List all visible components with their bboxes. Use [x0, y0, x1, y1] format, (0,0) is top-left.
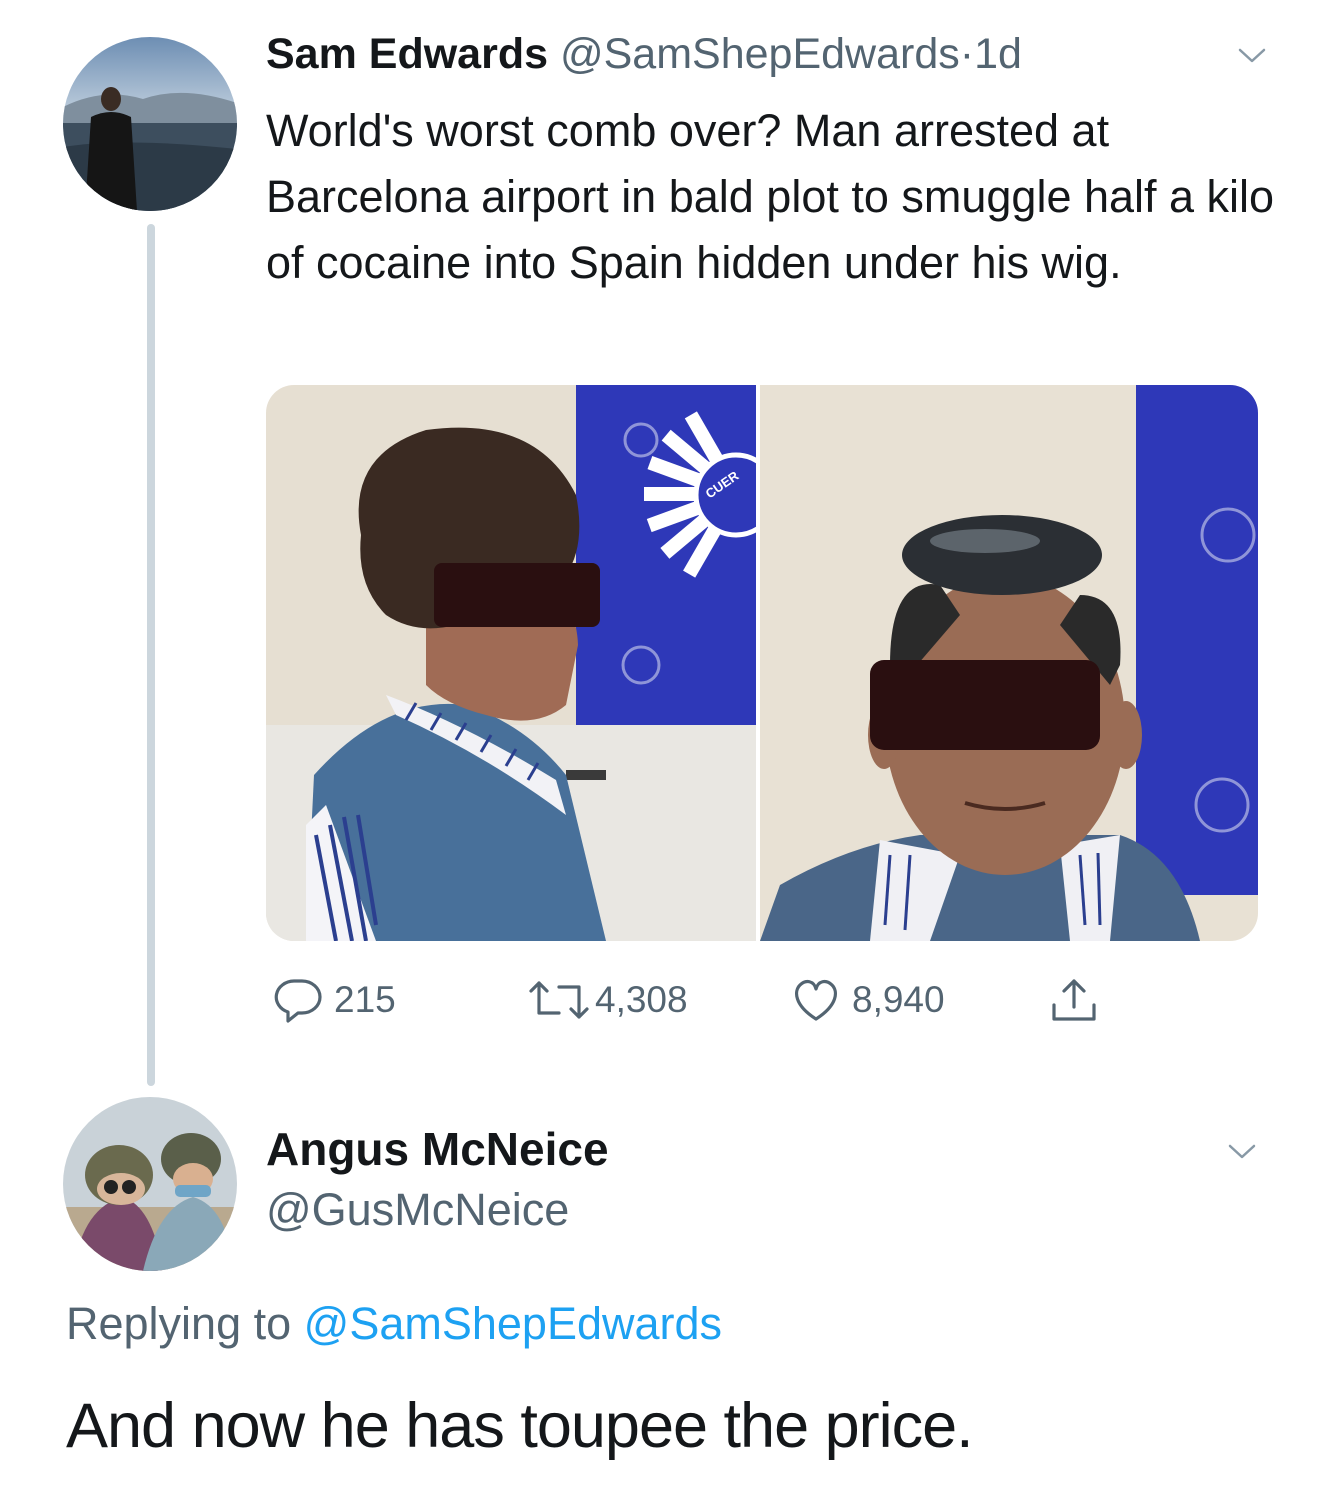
profile-photo: CUER	[266, 385, 779, 941]
tweet-author-handle[interactable]: @SamShepEdwards	[560, 30, 960, 78]
tweet-time[interactable]: 1d	[974, 30, 1022, 78]
retweet-button[interactable]: 4,308	[527, 972, 688, 1028]
avatar-photo	[63, 37, 237, 211]
reply-author-name[interactable]: Angus McNeice	[266, 1122, 609, 1176]
like-button[interactable]: 8,940	[790, 972, 945, 1028]
reply-author-handle[interactable]: @GusMcNeice	[266, 1184, 569, 1236]
replying-to-mention[interactable]: @SamShepEdwards	[304, 1298, 722, 1349]
police-banner-right	[1136, 385, 1258, 895]
tweet-media[interactable]: CUER	[266, 385, 1258, 941]
tweet-text: World's worst comb over? Man arrested at…	[266, 105, 1275, 288]
reply-menu-button[interactable]	[1228, 1144, 1256, 1165]
tweet-separator: ·	[959, 30, 975, 78]
media-photo-profile[interactable]: CUER	[266, 385, 779, 941]
tweet-menu-button[interactable]	[1238, 48, 1266, 69]
thread-connector-line	[147, 224, 155, 1086]
tweet-header: Sam Edwards @SamShepEdwards·1d	[266, 30, 1022, 79]
media-photo-front[interactable]	[760, 385, 1258, 941]
avatar-photo	[63, 1097, 237, 1271]
tweet-author-name[interactable]: Sam Edwards	[266, 30, 548, 78]
like-icon	[795, 979, 837, 1021]
face-censor-bar	[870, 660, 1100, 750]
reply-count: 215	[334, 979, 396, 1020]
front-photo	[760, 385, 1258, 941]
share-button[interactable]	[1046, 972, 1102, 1028]
tweet-author-avatar[interactable]	[63, 37, 237, 211]
retweet-count: 4,308	[595, 979, 688, 1020]
chevron-down-icon	[1238, 48, 1266, 63]
like-count: 8,940	[852, 979, 945, 1020]
reply-author-avatar[interactable]	[63, 1097, 237, 1271]
reply-icon	[274, 979, 322, 1023]
tweet-actions: 215 4,308 8,940	[0, 972, 1322, 1032]
replying-to-prefix: Replying to	[66, 1298, 292, 1349]
reply-button[interactable]: 215	[272, 972, 396, 1028]
retweet-icon	[529, 981, 589, 1019]
face-censor-bar	[434, 563, 600, 627]
share-icon	[1052, 979, 1096, 1021]
reply-text: And now he has toupee the price.	[66, 1391, 974, 1461]
chevron-down-icon	[1228, 1144, 1256, 1159]
replying-to-line: Replying to @SamShepEdwards	[66, 1298, 722, 1350]
